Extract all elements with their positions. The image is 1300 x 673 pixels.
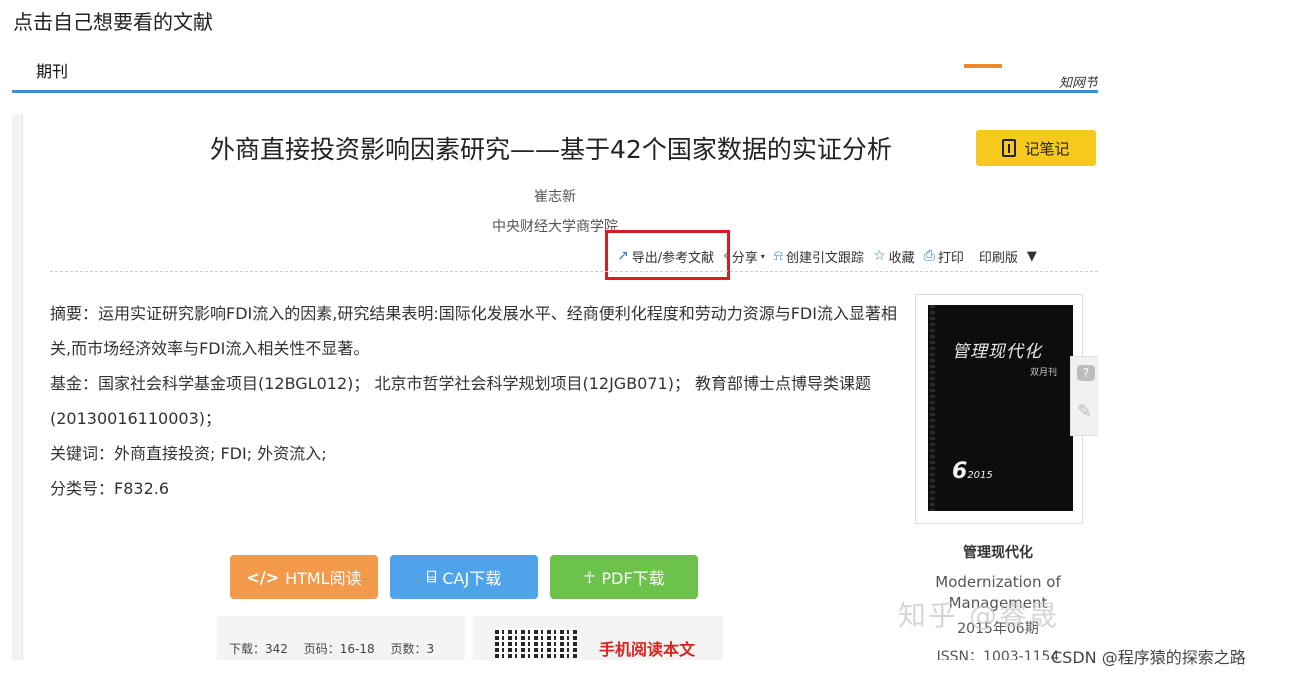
print-version-link[interactable]: 印刷版 [979,247,1018,266]
html-read-button[interactable]: </> HTML阅读 [230,555,378,599]
cnki-logo: 知网节 [1058,76,1098,91]
mobile-read-panel[interactable]: 手机阅读本文 [473,616,723,660]
cover-image: 管理现代化 双月刊 62015 [928,305,1073,511]
cover-issue: 62015 [952,459,993,484]
pdf-download-button[interactable]: ☥ PDF下载 [550,555,698,599]
article-author[interactable]: 崔志新 [12,186,1098,206]
pencil-icon[interactable]: ✎ [1077,401,1095,423]
print-version-label: 印刷版 [978,250,1018,266]
page-range: 页码：16-18 [303,642,375,656]
caj-download-button[interactable]: ⌸ CAJ下载 [390,555,538,599]
zhihu-watermark: 知乎 @睿晟 [898,599,1059,632]
highlight-box [605,230,730,280]
star-icon: ☆ [873,248,886,264]
mobile-read-label: 手机阅读本文 [599,640,696,659]
chevron-down-icon: ▾ [760,251,765,261]
article-stats: 下载：342 页码：16-18 页数：3 [217,616,465,660]
abstract-text: 摘要：运用实证研究影响FDI流入的因素,研究结果表明:国际化发展水平、经商便利化… [50,304,897,358]
print-label: 打印 [937,250,964,266]
printer-icon: ⎙ [923,248,935,264]
page-count: 页数：3 [390,642,435,656]
note-button-label: 记笔记 [1024,139,1070,158]
dropdown-arrow-icon: ▼ [1026,248,1037,264]
favorite-link[interactable]: ☆ 收藏 [873,247,915,266]
download-count: 下载：342 [229,642,288,656]
book-icon: ⌸ [426,567,437,586]
cover-title: 管理现代化 [952,342,1042,362]
article-title: 外商直接投资影响因素研究——基于42个国家数据的实证分析 [210,135,892,164]
top-navigation-bar: 期刊 知网节 [12,62,1098,93]
print-link[interactable]: ⎙ 打印 [924,247,964,266]
csdn-watermark: CSDN @程序猿的探索之路 [1051,648,1246,667]
bell-icon: ⍾ [773,248,784,264]
abstract-section: 摘要：运用实证研究影响FDI流入的因素,研究结果表明:国际化发展水平、经商便利化… [50,296,910,506]
favorite-label: 收藏 [888,250,915,266]
cnki-article-screenshot: 期刊 知网节 外商直接投资影响因素研究——基于42个国家数据的实证分析 记笔记 … [12,62,1098,660]
nav-cut-text: 期刊 [36,62,69,81]
divider [50,271,1098,272]
html-read-label: HTML阅读 [285,569,362,588]
page-caption: 点击自己想要看的文献 [13,10,213,34]
qr-code-icon [495,628,579,660]
floating-side-tools: ? ✎ [1070,356,1098,436]
cover-year: 2015 [967,470,993,481]
cover-subtitle: 双月刊 [1030,368,1058,378]
code-icon: </> [246,567,280,587]
create-citation-tracking-link[interactable]: ⍾ 创建引文跟踪 [774,247,864,266]
track-label: 创建引文跟踪 [786,250,865,266]
classification-text: 分类号：F832.6 [50,479,170,498]
cover-spine [930,305,935,511]
note-button[interactable]: 记笔记 [976,130,1096,166]
notebook-icon [1002,139,1017,157]
keywords-text: 关键词：外商直接投资; FDI; 外资流入; [50,444,327,463]
article-organization[interactable]: 中央财经大学商学院 [12,216,1098,236]
more-dropdown[interactable]: ▼ [1027,249,1037,264]
journal-name[interactable]: 管理现代化 [915,542,1081,562]
caj-download-label: CAJ下载 [442,569,502,588]
fund-text: 基金：国家社会科学基金项目(12BGL012)； 北京市哲学社会科学规划项目(1… [50,374,872,428]
share-label: 分享 [731,250,758,266]
journal-cover[interactable]: 管理现代化 双月刊 62015 [915,294,1083,524]
feedback-icon[interactable]: ? [1077,365,1095,381]
nav-active-indicator [964,64,1002,68]
pdf-icon: ☥ [583,567,596,587]
pdf-download-label: PDF下载 [601,569,665,588]
